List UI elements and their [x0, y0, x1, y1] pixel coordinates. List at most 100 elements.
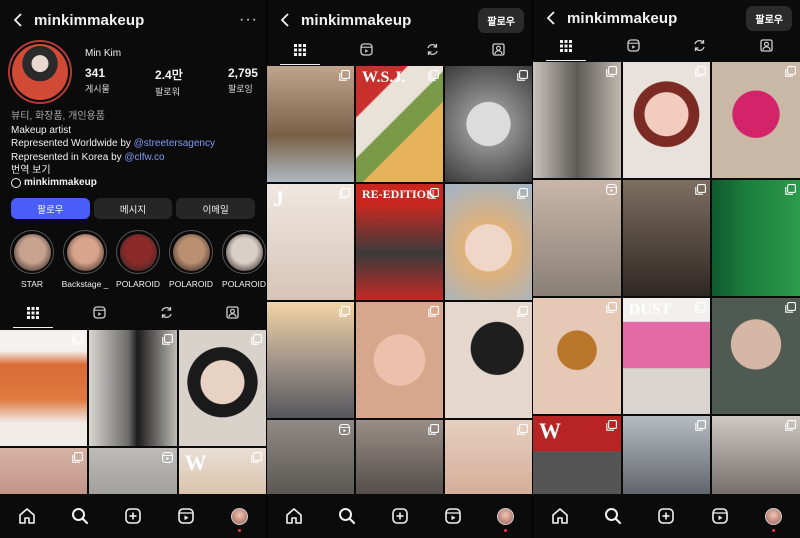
nav-create[interactable] — [655, 505, 677, 527]
see-translation-link[interactable]: 번역 보기 — [11, 164, 258, 178]
carousel-badge-icon — [605, 66, 617, 77]
stat-following[interactable]: 2,795 팔로잉 — [228, 66, 258, 98]
profile-avatar-icon — [497, 507, 514, 525]
home-icon — [551, 508, 568, 524]
threads-handle: minkimmakeup — [24, 177, 97, 188]
stat-value: 2.4만 — [155, 68, 183, 82]
post-grid: DUST W — [533, 62, 800, 532]
stat-value: 2,795 — [227, 66, 258, 80]
back-arrow-icon[interactable] — [541, 9, 559, 27]
message-button[interactable]: 메시지 — [93, 198, 173, 219]
carousel-badge-icon — [517, 306, 528, 317]
post-thumbnail[interactable]: W.S.J. — [356, 66, 443, 182]
bio-mention-link[interactable]: @clfw.co — [124, 152, 164, 163]
post-thumbnail[interactable] — [445, 302, 532, 418]
create-post-icon — [658, 508, 675, 524]
home-icon — [285, 508, 302, 524]
nav-create[interactable] — [122, 505, 144, 527]
bio-mention-link[interactable]: @streetersagency — [134, 138, 215, 149]
nav-home[interactable] — [549, 505, 571, 527]
tab-reels[interactable] — [333, 39, 399, 65]
follow-button[interactable]: 팔로우 — [746, 5, 792, 31]
post-thumbnail[interactable] — [533, 180, 621, 296]
reels-icon — [178, 508, 194, 524]
search-icon — [71, 508, 88, 525]
story-highlight[interactable]: POLAROID — [116, 230, 160, 289]
post-thumbnail[interactable]: J — [267, 184, 354, 300]
back-arrow-icon[interactable] — [8, 11, 26, 29]
nav-search[interactable] — [69, 505, 91, 527]
post-thumbnail[interactable] — [622, 180, 711, 296]
carousel-badge-icon — [339, 306, 350, 317]
nav-home[interactable] — [16, 505, 38, 527]
tab-reposts[interactable] — [400, 39, 466, 65]
threads-badge[interactable]: minkimmakeup — [11, 177, 97, 188]
highlight-label: POLAROID — [169, 279, 213, 289]
tab-reposts[interactable] — [667, 35, 734, 61]
email-button[interactable]: 이메일 — [176, 198, 256, 219]
bio-text: Represented in Korea by — [11, 151, 125, 163]
tab-reels[interactable] — [600, 35, 667, 61]
post-thumbnail[interactable] — [712, 62, 800, 178]
post-thumbnail[interactable] — [712, 298, 800, 414]
nav-reels[interactable] — [709, 505, 731, 527]
more-options-icon[interactable]: ··· — [239, 11, 258, 29]
post-thumbnail[interactable] — [0, 330, 88, 446]
nav-search[interactable] — [602, 505, 624, 527]
nav-profile[interactable] — [228, 505, 250, 532]
post-thumbnail[interactable] — [533, 298, 621, 414]
tab-tagged[interactable] — [200, 302, 267, 328]
cover-text: J — [273, 186, 284, 211]
follow-button[interactable]: 팔로우 — [11, 198, 90, 219]
post-thumbnail[interactable] — [533, 62, 621, 178]
follow-button[interactable]: 팔로우 — [478, 7, 524, 33]
bottom-nav — [0, 494, 266, 538]
post-thumbnail[interactable] — [178, 330, 266, 446]
profile-avatar[interactable] — [8, 40, 72, 104]
notification-dot — [504, 529, 507, 532]
tab-reels[interactable] — [67, 302, 134, 328]
carousel-badge-icon — [695, 420, 707, 431]
tab-tagged[interactable] — [733, 35, 800, 61]
post-thumbnail[interactable] — [445, 66, 532, 182]
tab-reposts[interactable] — [133, 302, 200, 328]
carousel-badge-icon — [428, 70, 439, 81]
stat-posts[interactable]: 341 게시물 — [85, 66, 110, 98]
tab-tagged[interactable] — [466, 39, 532, 65]
post-thumbnail[interactable]: DUST — [622, 298, 711, 414]
post-thumbnail[interactable]: RE-EDITION — [356, 184, 443, 300]
reel-badge-icon — [605, 184, 617, 195]
post-thumbnail[interactable] — [622, 62, 711, 178]
stat-followers[interactable]: 2.4만 팔로워 — [155, 66, 183, 98]
tab-grid[interactable] — [0, 302, 67, 328]
story-highlight[interactable]: Backstage _ — [62, 230, 108, 289]
carousel-badge-icon — [605, 302, 617, 313]
story-highlight[interactable]: POLAROID — [169, 230, 213, 289]
nav-home[interactable] — [283, 505, 305, 527]
nav-search[interactable] — [336, 505, 358, 527]
post-thumbnail[interactable] — [712, 180, 800, 296]
nav-reels[interactable] — [442, 505, 464, 527]
tab-grid[interactable] — [267, 39, 333, 65]
nav-profile[interactable] — [762, 505, 784, 532]
bottom-nav — [533, 494, 800, 538]
post-thumbnail[interactable] — [267, 66, 354, 182]
story-highlight[interactable]: STAR — [10, 230, 54, 289]
profile-header: minkimmakeup 팔로우 — [533, 0, 800, 36]
carousel-badge-icon — [695, 302, 707, 313]
tab-grid[interactable] — [533, 35, 600, 61]
profile-tabs — [533, 35, 800, 61]
bio-line: Represented Worldwide by @streetersagenc… — [11, 137, 258, 151]
profile-header: minkimmakeup ··· — [0, 0, 266, 40]
nav-create[interactable] — [389, 505, 411, 527]
search-icon — [605, 508, 622, 525]
story-highlight[interactable]: POLAROID — [222, 230, 266, 289]
post-thumbnail[interactable] — [267, 302, 354, 418]
post-thumbnail[interactable] — [356, 302, 443, 418]
nav-profile[interactable] — [495, 505, 517, 532]
post-thumbnail[interactable] — [89, 330, 177, 446]
story-highlights: STAR Backstage _ POLAROID POLAROID POLAROID — [10, 230, 266, 289]
back-arrow-icon[interactable] — [275, 11, 293, 29]
nav-reels[interactable] — [175, 505, 197, 527]
post-thumbnail[interactable] — [445, 184, 532, 300]
